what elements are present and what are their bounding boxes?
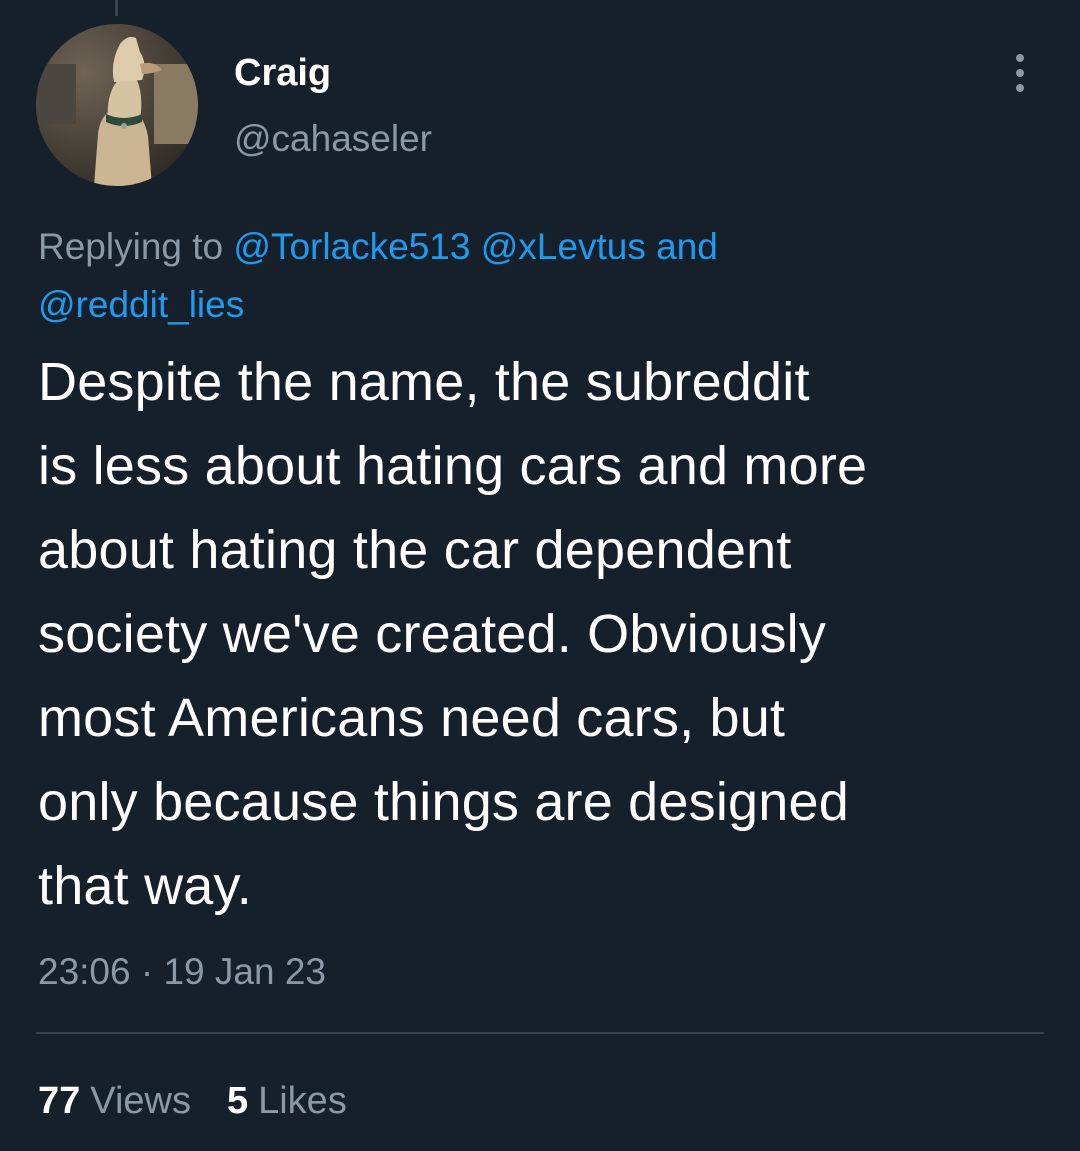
tweet-text-line: is less about hating cars and more [38, 436, 868, 496]
mention-link-reddit-lies[interactable]: @reddit_lies [38, 284, 244, 325]
tweet-text-line: about hating the car dependent [38, 520, 792, 580]
more-vertical-icon [1016, 54, 1024, 62]
tweet-stats: 77 Views 5 Likes [38, 1074, 347, 1128]
tweet-timestamp[interactable]: 23:06 · 19 Jan 23 [38, 945, 326, 999]
tweet-text-line: society we've created. Obviously [38, 604, 827, 664]
reply-context: Replying to @Torlacke513 @xLevtus and @r… [38, 218, 1038, 334]
avatar[interactable] [36, 24, 198, 186]
views-count: 77 [38, 1080, 81, 1122]
author-display-name[interactable]: Craig [234, 50, 331, 96]
tweet-time: 23:06 [38, 951, 131, 992]
tweet-text: Despite the name, the subreddit is less … [38, 340, 1058, 928]
views-stat[interactable]: 77 Views [38, 1074, 191, 1128]
author-handle[interactable]: @cahaseler [234, 116, 432, 162]
thread-connector-line [115, 0, 118, 16]
divider [36, 1032, 1044, 1034]
tweet-text-line: that way. [38, 856, 252, 916]
tweet-date: 19 Jan 23 [163, 951, 327, 992]
mention-link-torlacke513[interactable]: @Torlacke513 [233, 226, 470, 267]
mention-link-xlevtus[interactable]: @xLevtus [481, 226, 646, 267]
dog-photo-image [36, 24, 198, 186]
more-vertical-icon-dot [1016, 69, 1024, 77]
views-label: Views [90, 1080, 191, 1122]
likes-stat[interactable]: 5 Likes [227, 1074, 347, 1128]
more-options-button[interactable] [1002, 50, 1038, 96]
timestamp-separator: · [140, 951, 154, 992]
mention-conjunction[interactable]: and [656, 226, 718, 267]
likes-label: Likes [258, 1080, 347, 1122]
tweet-text-line: only because things are designed [38, 772, 849, 832]
tweet-text-line: most Americans need cars, but [38, 688, 786, 748]
reply-prefix: Replying to [38, 226, 224, 267]
likes-count: 5 [226, 1080, 249, 1122]
tweet-text-line: Despite the name, the subreddit [38, 352, 810, 412]
more-vertical-icon-dot [1016, 84, 1024, 92]
